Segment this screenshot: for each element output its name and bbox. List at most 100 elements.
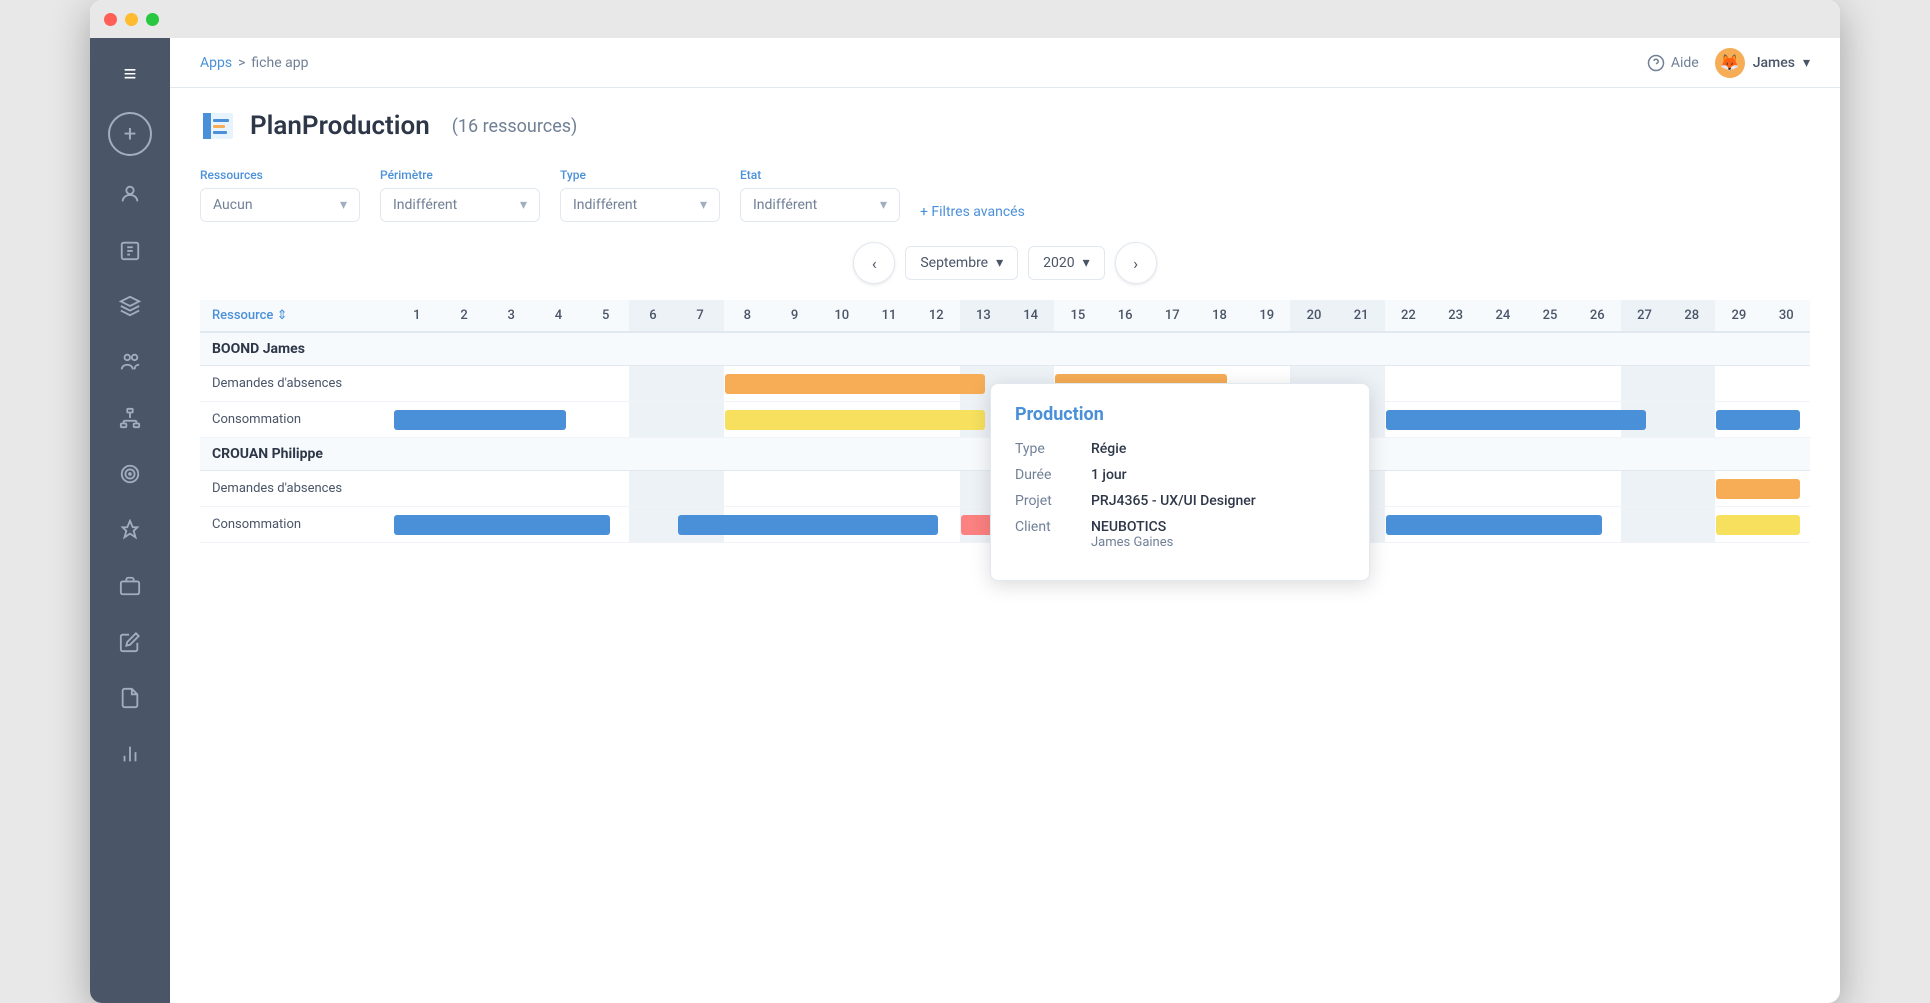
next-month-button[interactable]: › xyxy=(1115,242,1157,284)
gantt-cell-28[interactable] xyxy=(1668,471,1715,507)
gantt-bar[interactable] xyxy=(1716,515,1800,535)
month-select[interactable]: Septembre ▾ xyxy=(905,246,1018,280)
app-layout: ≡ + xyxy=(90,38,1840,1003)
sidebar-item-tasks[interactable] xyxy=(104,224,156,276)
gantt-cell-7[interactable] xyxy=(677,366,724,402)
gantt-cell-28[interactable] xyxy=(1668,366,1715,402)
sidebar-item-team[interactable] xyxy=(104,336,156,388)
gantt-cell-23[interactable] xyxy=(1432,471,1479,507)
gantt-cell-5[interactable] xyxy=(582,471,629,507)
gantt-cell-26[interactable] xyxy=(1574,471,1621,507)
gantt-cell-24[interactable] xyxy=(1479,366,1526,402)
gantt-cell-25[interactable] xyxy=(1526,471,1573,507)
month-chevron-icon: ▾ xyxy=(996,255,1003,271)
prev-month-button[interactable]: ‹ xyxy=(853,242,895,284)
day-header-14: 14 xyxy=(1007,300,1054,332)
gantt-cell-1[interactable] xyxy=(393,366,440,402)
gantt-bar[interactable] xyxy=(394,410,566,430)
gantt-cell-27[interactable] xyxy=(1621,507,1668,543)
gantt-bar[interactable] xyxy=(1716,410,1800,430)
gantt-cell-28[interactable] xyxy=(1668,507,1715,543)
popup-duree-value: 1 jour xyxy=(1091,467,1127,483)
help-button[interactable]: Aide xyxy=(1647,54,1699,72)
gantt-cell-5[interactable] xyxy=(582,366,629,402)
gantt-cell-22[interactable] xyxy=(1385,507,1432,543)
breadcrumb-root[interactable]: Apps xyxy=(200,55,232,71)
gantt-cell-8[interactable] xyxy=(724,402,771,438)
type-select[interactable]: Indifférent ▾ xyxy=(560,188,720,222)
gantt-cell-4[interactable] xyxy=(535,471,582,507)
gantt-cell-7[interactable] xyxy=(677,402,724,438)
gantt-cell-23[interactable] xyxy=(1432,366,1479,402)
maximize-button[interactable] xyxy=(146,13,159,26)
sidebar-item-briefcase[interactable] xyxy=(104,560,156,612)
gantt-cell-3[interactable] xyxy=(488,366,535,402)
ressources-select[interactable]: Aucun ▾ xyxy=(200,188,360,222)
gantt-cell-1[interactable] xyxy=(393,471,440,507)
gantt-cell-8[interactable] xyxy=(724,366,771,402)
gantt-cell-1[interactable] xyxy=(393,402,440,438)
gantt-bar[interactable] xyxy=(725,410,985,430)
gantt-cell-2[interactable] xyxy=(440,366,487,402)
gantt-cell-29[interactable] xyxy=(1715,366,1762,402)
user-name: James xyxy=(1753,55,1795,71)
gantt-cell-26[interactable] xyxy=(1574,366,1621,402)
sidebar-item-edit[interactable] xyxy=(104,616,156,668)
gantt-cell-10[interactable] xyxy=(818,471,865,507)
gantt-cell-27[interactable] xyxy=(1621,366,1668,402)
gantt-cell-28[interactable] xyxy=(1668,402,1715,438)
gantt-cell-25[interactable] xyxy=(1526,366,1573,402)
gantt-cell-1[interactable] xyxy=(393,507,440,543)
gantt-cell-29[interactable] xyxy=(1715,471,1762,507)
advanced-filters-link[interactable]: + Filtres avancés xyxy=(920,204,1025,220)
gantt-cell-9[interactable] xyxy=(771,471,818,507)
gantt-bar[interactable] xyxy=(678,515,938,535)
sidebar-item-org[interactable] xyxy=(104,392,156,444)
gantt-bar[interactable] xyxy=(1386,515,1602,535)
gantt-bar[interactable] xyxy=(725,374,985,394)
sidebar-item-education[interactable] xyxy=(104,280,156,332)
resource-header-label: Ressource ⇕ xyxy=(212,308,287,323)
resource-column-header[interactable]: Ressource ⇕ xyxy=(200,300,393,332)
gantt-cell-6[interactable] xyxy=(629,366,676,402)
day-header-16: 16 xyxy=(1101,300,1148,332)
close-button[interactable] xyxy=(104,13,117,26)
row-label: Consommation xyxy=(200,402,393,438)
gantt-cell-5[interactable] xyxy=(582,402,629,438)
gantt-cell-22[interactable] xyxy=(1385,402,1432,438)
gantt-cell-27[interactable] xyxy=(1621,471,1668,507)
sidebar-item-pin[interactable] xyxy=(104,504,156,556)
gantt-cell-2[interactable] xyxy=(440,471,487,507)
gantt-cell-7[interactable] xyxy=(677,471,724,507)
gantt-cell-12[interactable] xyxy=(913,471,960,507)
etat-select[interactable]: Indifférent ▾ xyxy=(740,188,900,222)
gantt-cell-6[interactable] xyxy=(629,507,676,543)
gantt-cell-29[interactable] xyxy=(1715,507,1762,543)
sidebar-item-document[interactable] xyxy=(104,672,156,724)
gantt-cell-11[interactable] xyxy=(865,471,912,507)
gantt-cell-22[interactable] xyxy=(1385,471,1432,507)
gantt-cell-24[interactable] xyxy=(1479,471,1526,507)
gantt-bar[interactable] xyxy=(394,515,610,535)
gantt-cell-4[interactable] xyxy=(535,366,582,402)
gantt-cell-29[interactable] xyxy=(1715,402,1762,438)
gantt-cell-22[interactable] xyxy=(1385,366,1432,402)
minimize-button[interactable] xyxy=(125,13,138,26)
perimetre-select[interactable]: Indifférent ▾ xyxy=(380,188,540,222)
gantt-bar[interactable] xyxy=(1386,410,1646,430)
gantt-cell-30[interactable] xyxy=(1763,366,1810,402)
gantt-cell-3[interactable] xyxy=(488,471,535,507)
gantt-bar[interactable] xyxy=(1716,479,1800,499)
gantt-cell-6[interactable] xyxy=(629,402,676,438)
year-select[interactable]: 2020 ▾ xyxy=(1028,246,1105,280)
gantt-cell-6[interactable] xyxy=(629,471,676,507)
user-menu-button[interactable]: 🦊 James ▾ xyxy=(1715,48,1810,78)
day-header-17: 17 xyxy=(1149,300,1196,332)
sidebar-menu-toggle[interactable]: ≡ xyxy=(104,48,156,100)
sidebar-item-chart[interactable] xyxy=(104,728,156,780)
gantt-cell-7[interactable] xyxy=(677,507,724,543)
gantt-cell-8[interactable] xyxy=(724,471,771,507)
sidebar-item-target[interactable] xyxy=(104,448,156,500)
sidebar-item-profile[interactable] xyxy=(104,168,156,220)
sidebar-add-button[interactable]: + xyxy=(108,112,152,156)
